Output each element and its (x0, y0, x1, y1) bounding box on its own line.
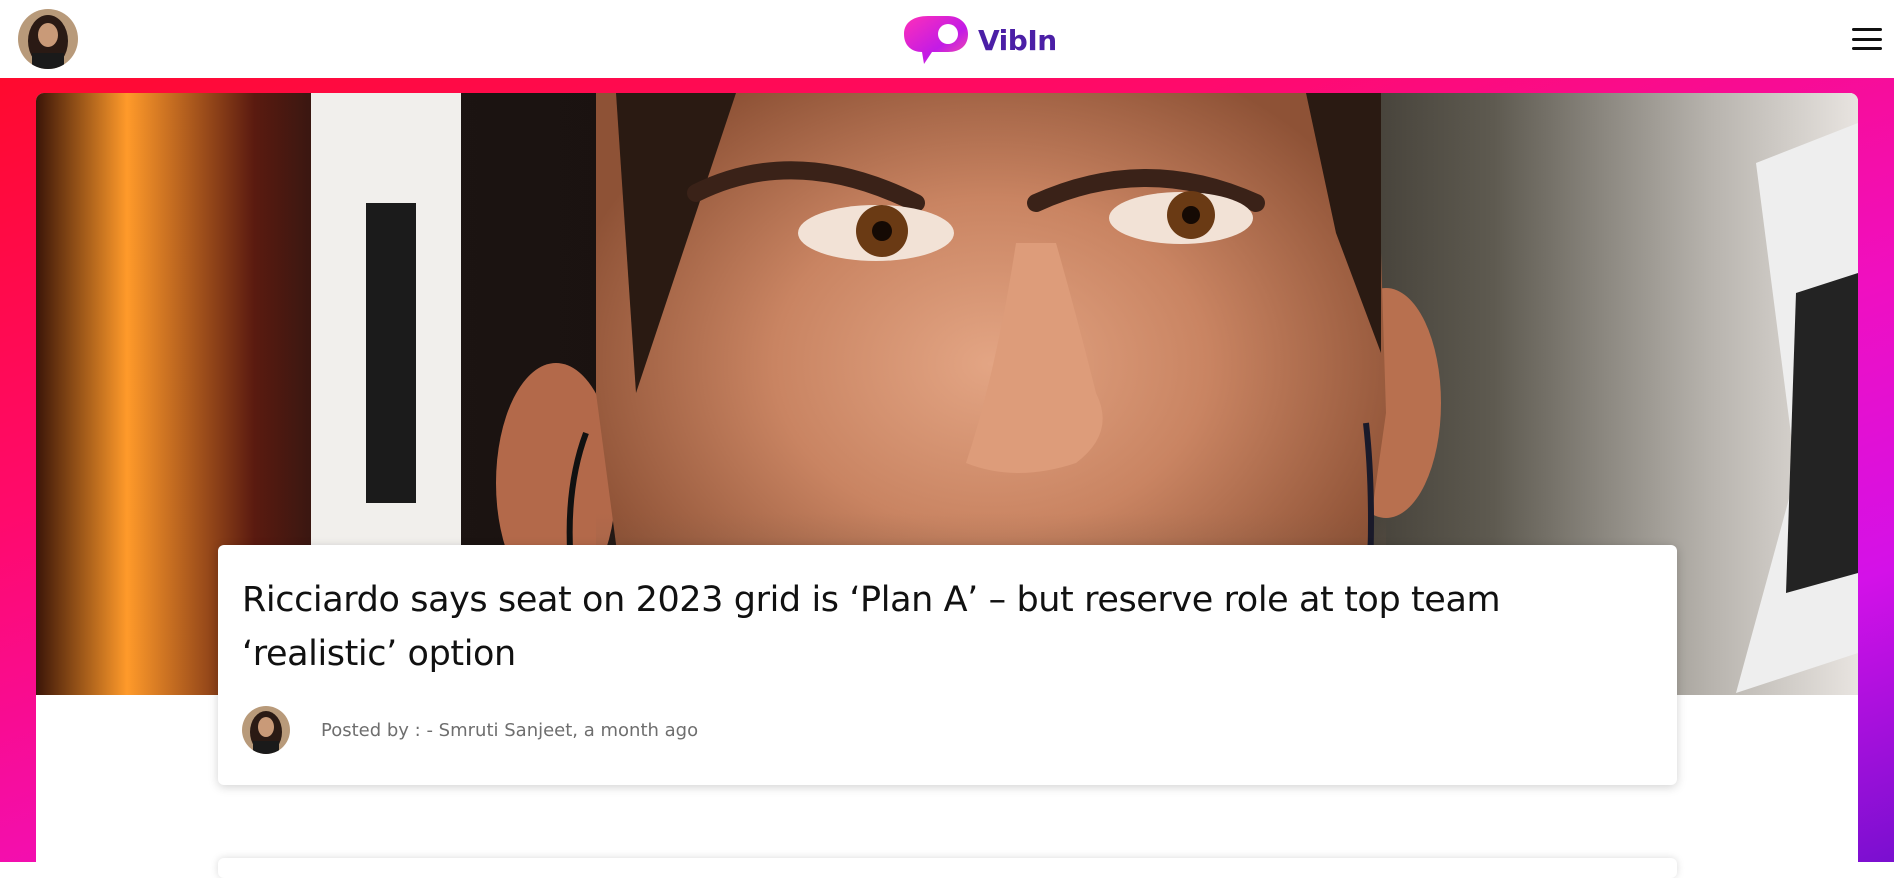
vibin-logo-icon (904, 16, 968, 64)
vibin-logo[interactable]: VibIn (898, 12, 1057, 68)
article-title[interactable]: Ricciardo says seat on 2023 grid is ‘Pla… (242, 573, 1642, 681)
author-row: Posted by : - Smruti Sanjeet, a month ag… (242, 705, 698, 755)
posted-by-meta: Posted by : - Smruti Sanjeet, a month ag… (321, 719, 699, 741)
brand-name: VibIn (978, 23, 1057, 57)
top-navbar: VibIn (0, 0, 1894, 78)
hamburger-menu-icon[interactable] (1852, 26, 1882, 52)
article-card[interactable]: Ricciardo says seat on 2023 grid is ‘Pla… (218, 545, 1677, 785)
user-avatar[interactable] (18, 9, 78, 69)
next-article-card[interactable] (218, 858, 1677, 878)
author-avatar[interactable] (242, 706, 290, 754)
